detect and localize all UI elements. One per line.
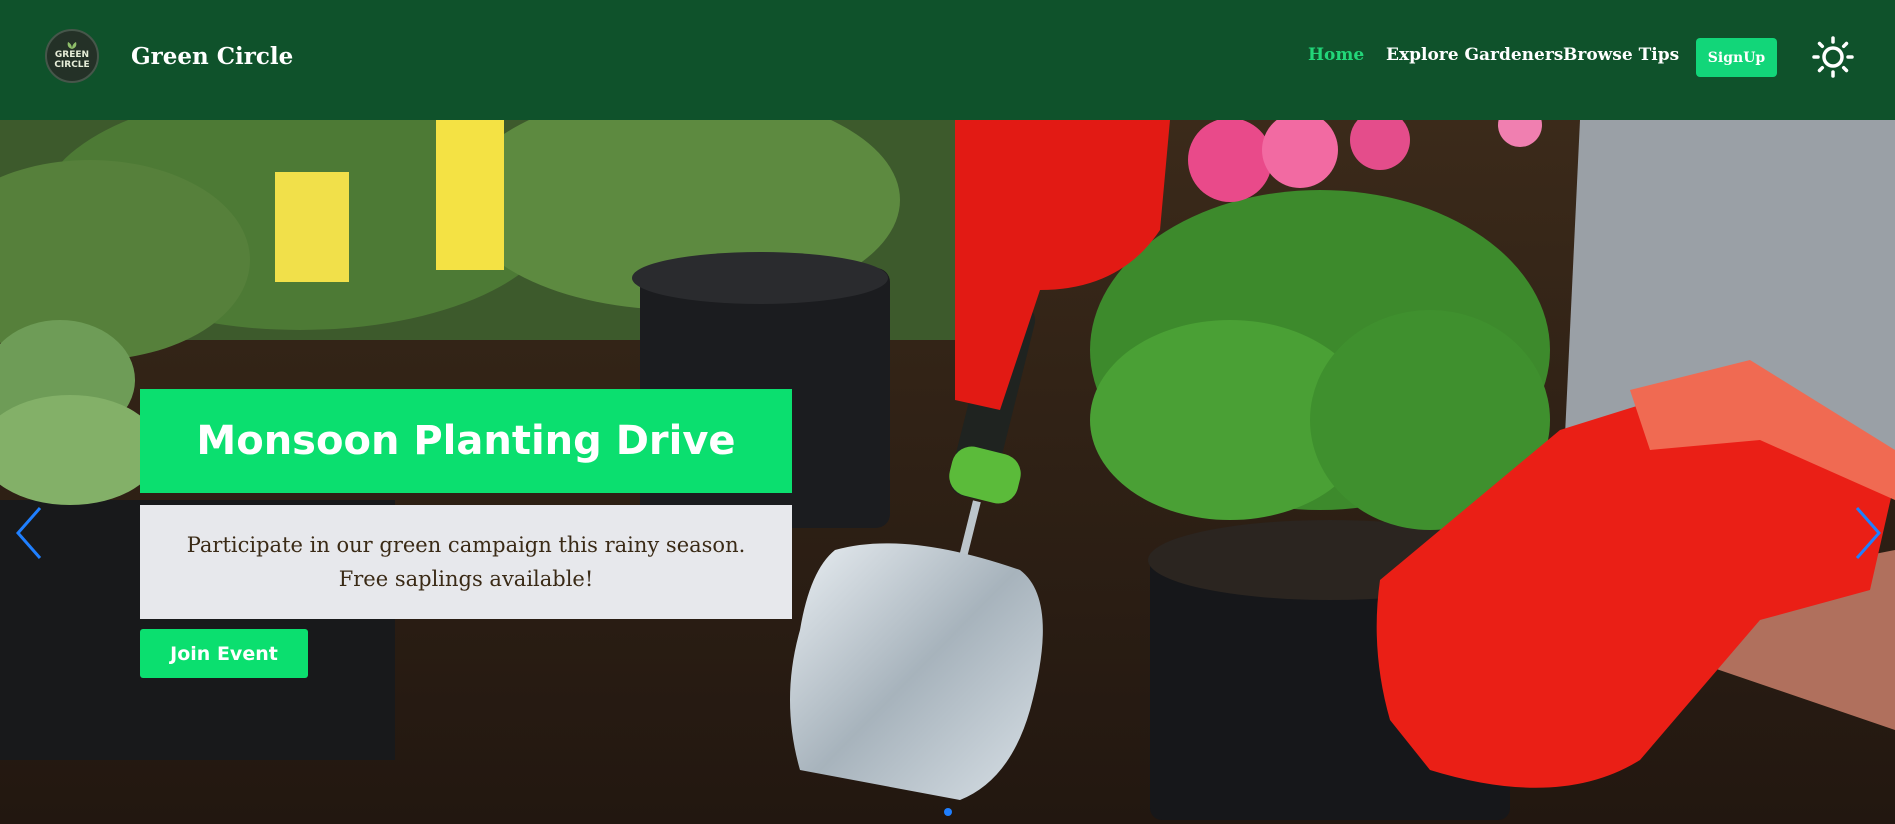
join-event-button[interactable]: Join Event [140, 629, 308, 678]
dot-indicator-icon[interactable] [944, 808, 952, 816]
signup-button[interactable]: SignUp [1696, 38, 1777, 77]
brand[interactable]: GREEN CIRCLE Green Circle [45, 29, 293, 83]
hero-description-line-2: Free saplings available! [338, 567, 594, 591]
top-navbar: GREEN CIRCLE Green Circle Home Explore G… [0, 0, 1895, 120]
chevron-left-icon[interactable] [12, 504, 46, 562]
sun-icon[interactable] [1812, 36, 1854, 78]
chevron-right-icon[interactable] [1851, 504, 1885, 562]
hero-description: Participate in our green campaign this r… [140, 505, 792, 619]
hero-description-line-1: Participate in our green campaign this r… [186, 533, 746, 557]
brand-name[interactable]: Green Circle [131, 43, 293, 70]
logo-text-line-2: CIRCLE [54, 60, 90, 70]
nav-link-browse-tips[interactable]: Browse Tips [1563, 45, 1679, 65]
logo: GREEN CIRCLE [45, 29, 99, 83]
hero-carousel: Monsoon Planting Drive Participate in ou… [0, 120, 1895, 824]
nav-link-home[interactable]: Home [1308, 45, 1364, 65]
nav-link-explore-gardeners[interactable]: Explore Gardeners [1386, 45, 1563, 65]
logo-text-line-1: GREEN [54, 50, 90, 60]
leaf-icon [67, 42, 77, 49]
hero-title: Monsoon Planting Drive [140, 389, 792, 493]
